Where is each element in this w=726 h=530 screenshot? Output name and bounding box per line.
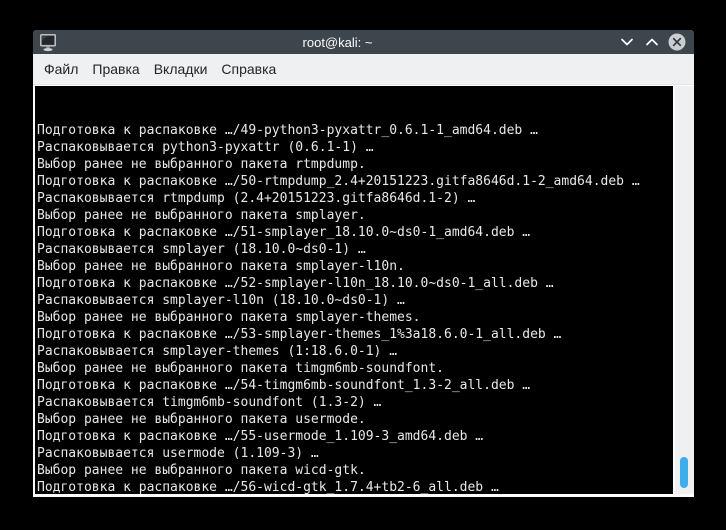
terminal-line: Выбор ранее не выбранного пакета smplaye… bbox=[37, 310, 421, 325]
terminal-line: Выбор ранее не выбранного пакета rtmpdum… bbox=[37, 157, 366, 172]
close-icon bbox=[668, 33, 686, 51]
terminal-line: Распаковывается smplayer-themes (1:18.6.… bbox=[37, 344, 398, 359]
terminal-line: Выбор ранее не выбранного пакета smplaye… bbox=[37, 259, 405, 274]
terminal-line: Распаковывается python3-pyxattr (0.6.1-1… bbox=[37, 140, 374, 155]
chevron-down-icon bbox=[621, 38, 633, 46]
terminal-screen[interactable]: Подготовка к распаковке …/49-python3-pyx… bbox=[35, 86, 673, 494]
konsole-monitor-icon bbox=[40, 34, 56, 52]
window-title: root@kali: ~ bbox=[302, 34, 373, 50]
terminal-line: Выбор ранее не выбранного пакета smplaye… bbox=[37, 208, 366, 223]
terminal-line: Подготовка к распаковке …/51-smplayer_18… bbox=[37, 225, 531, 240]
terminal-line: Выбор ранее не выбранного пакета wicd-gt… bbox=[37, 463, 366, 478]
menubar: Файл Правка Вкладки Справка bbox=[33, 54, 694, 85]
terminal-line: Распаковывается smplayer (18.10.0~ds0-1)… bbox=[37, 242, 366, 257]
terminal-line: Подготовка к распаковке …/53-smplayer-th… bbox=[37, 327, 562, 342]
terminal-line: Подготовка к распаковке …/56-wicd-gtk_1.… bbox=[37, 480, 499, 494]
minimize-button[interactable] bbox=[618, 33, 636, 51]
menu-file[interactable]: Файл bbox=[37, 57, 85, 81]
scrollbar-thumb[interactable] bbox=[680, 457, 688, 488]
terminal-window: root@kali: ~ Файл Правка Вкладки Справка… bbox=[33, 30, 694, 497]
terminal-line: Подготовка к распаковке …/54-timgm6mb-so… bbox=[37, 378, 531, 393]
terminal-line: Распаковывается timgm6mb-soundfont (1.3-… bbox=[37, 395, 382, 410]
terminal-line: Подготовка к распаковке …/49-python3-pyx… bbox=[37, 123, 538, 138]
close-button[interactable] bbox=[668, 33, 686, 51]
maximize-button[interactable] bbox=[643, 33, 661, 51]
terminal-scrollbar[interactable] bbox=[673, 86, 694, 494]
menu-help[interactable]: Справка bbox=[214, 57, 283, 81]
terminal-output: Подготовка к распаковке …/49-python3-pyx… bbox=[37, 122, 673, 494]
terminal-line: Распаковывается usermode (1.109-3) … bbox=[37, 446, 319, 461]
chevron-up-icon bbox=[646, 38, 658, 46]
terminal-line: Подготовка к распаковке …/50-rtmpdump_2.… bbox=[37, 174, 640, 189]
terminal-line: Распаковывается smplayer-l10n (18.10.0~d… bbox=[37, 293, 405, 308]
terminal-line: Распаковывается rtmpdump (2.4+20151223.g… bbox=[37, 191, 476, 206]
window-content: Подготовка к распаковке …/49-python3-pyx… bbox=[33, 85, 694, 497]
terminal-line: Подготовка к распаковке …/52-smplayer-l1… bbox=[37, 276, 554, 291]
menu-tabs[interactable]: Вкладки bbox=[147, 57, 215, 81]
menu-edit[interactable]: Правка bbox=[85, 57, 146, 81]
terminal-line: Подготовка к распаковке …/55-usermode_1.… bbox=[37, 429, 484, 444]
terminal-line: Выбор ранее не выбранного пакета timgm6m… bbox=[37, 361, 444, 376]
titlebar[interactable]: root@kali: ~ bbox=[33, 30, 694, 54]
terminal-line: Выбор ранее не выбранного пакета usermod… bbox=[37, 412, 366, 427]
window-controls bbox=[618, 33, 686, 51]
